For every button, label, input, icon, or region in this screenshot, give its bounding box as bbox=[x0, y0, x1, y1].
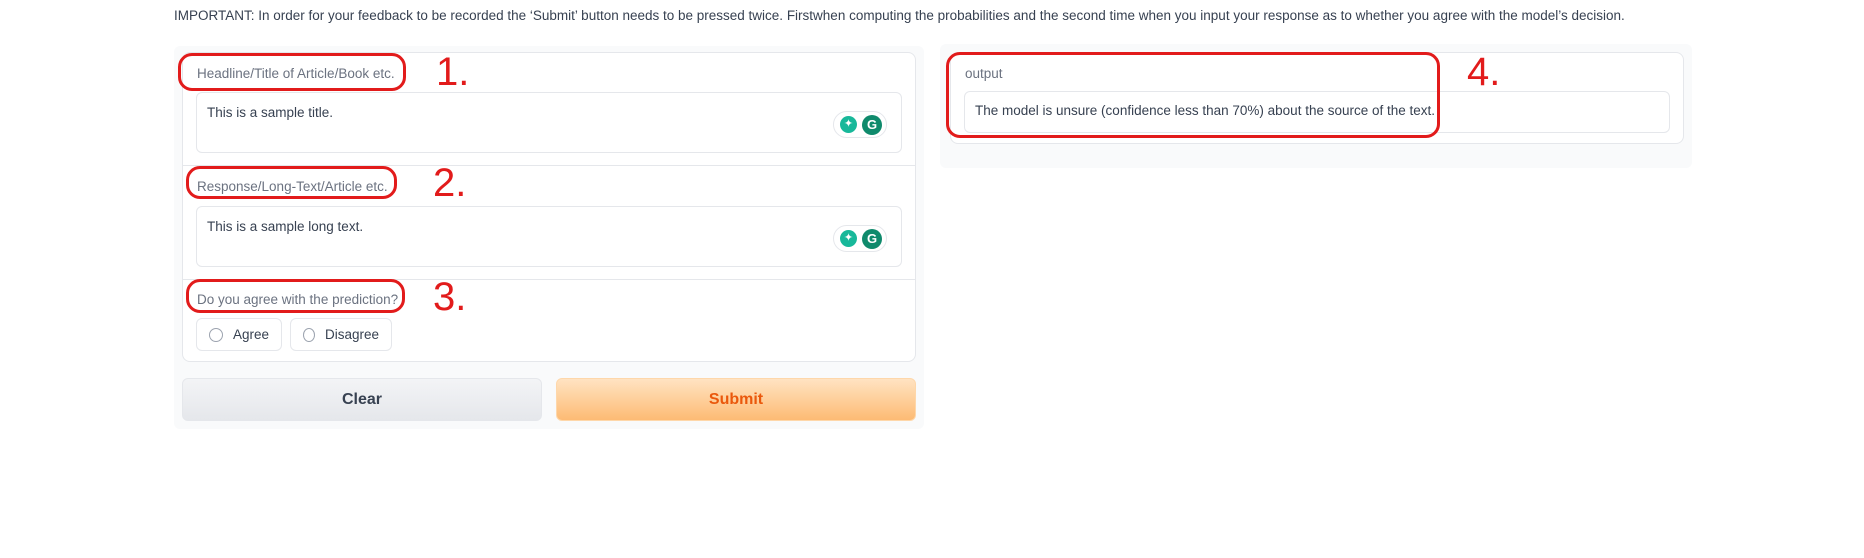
grammarly-bulb-icon[interactable]: ✦ bbox=[840, 230, 857, 247]
annotation-box-1 bbox=[178, 53, 406, 91]
response-value: This is a sample long text. bbox=[207, 219, 364, 234]
radio-circle-icon[interactable] bbox=[303, 327, 315, 342]
annotation-number-1: 1. bbox=[436, 50, 470, 94]
radio-disagree[interactable]: Disagree bbox=[290, 318, 392, 351]
annotation-number-3: 3. bbox=[433, 275, 467, 319]
clear-button[interactable]: Clear bbox=[182, 378, 542, 421]
grammarly-bulb-icon[interactable]: ✦ bbox=[840, 116, 857, 133]
grammarly-g-icon[interactable]: G bbox=[862, 229, 882, 249]
annotation-box-4 bbox=[946, 52, 1440, 138]
grammarly-widget[interactable]: ✦ G bbox=[833, 111, 887, 138]
radio-agree[interactable]: Agree bbox=[196, 318, 282, 351]
headline-input[interactable]: This is a sample title. ✦ G bbox=[196, 92, 902, 153]
radio-disagree-label: Disagree bbox=[324, 327, 379, 342]
input-form: Headline/Title of Article/Book etc. This… bbox=[182, 52, 916, 362]
grammarly-widget[interactable]: ✦ G bbox=[833, 225, 887, 252]
response-input[interactable]: This is a sample long text. ✦ G bbox=[196, 206, 902, 267]
radio-agree-label: Agree bbox=[232, 327, 269, 342]
submit-button[interactable]: Submit bbox=[556, 378, 916, 421]
radio-circle-icon[interactable] bbox=[209, 327, 223, 342]
headline-value: This is a sample title. bbox=[207, 105, 334, 120]
annotation-box-2 bbox=[186, 166, 397, 199]
annotation-box-3 bbox=[186, 279, 405, 313]
important-notice: IMPORTANT: In order for your feedback to… bbox=[174, 8, 1625, 23]
grammarly-g-icon[interactable]: G bbox=[862, 115, 882, 135]
annotation-number-4: 4. bbox=[1467, 50, 1501, 94]
annotation-number-2: 2. bbox=[433, 161, 467, 205]
